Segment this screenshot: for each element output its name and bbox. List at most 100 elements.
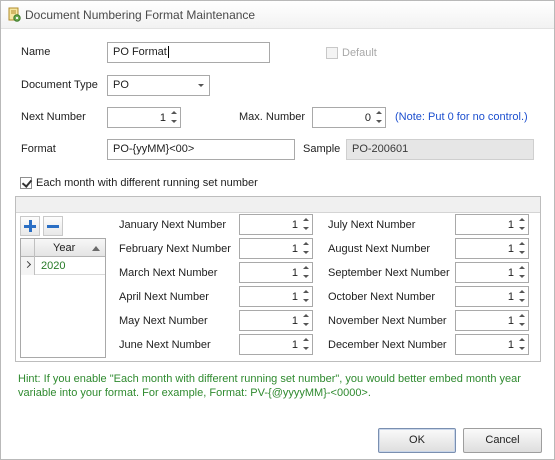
- stepper-up-icon[interactable]: [168, 108, 180, 117]
- stepper-down-icon[interactable]: [300, 248, 312, 257]
- dialog-window: Document Numbering Format Maintenance Na…: [0, 0, 555, 460]
- max-number-note: (Note: Put 0 for no control.): [395, 111, 528, 123]
- next-number-stepper[interactable]: 1: [107, 107, 181, 128]
- format-input[interactable]: PO-{yyMM}<00>: [107, 139, 295, 160]
- sample-value: PO-200601: [352, 143, 409, 155]
- stepper-buttons: [300, 287, 312, 306]
- month-value: 1: [291, 219, 298, 231]
- row-indicator: [21, 257, 35, 275]
- year-cell[interactable]: 2020: [41, 260, 65, 272]
- stepper-down-icon[interactable]: [516, 296, 528, 305]
- ok-button[interactable]: OK: [378, 428, 456, 453]
- month-value: 1: [507, 291, 514, 303]
- name-label: Name: [21, 46, 51, 58]
- next-number-label: Next Number: [21, 111, 86, 123]
- stepper-up-icon[interactable]: [373, 108, 385, 117]
- month-stepper-january[interactable]: 1: [239, 214, 313, 235]
- month-stepper-december[interactable]: 1: [455, 334, 529, 355]
- cancel-button[interactable]: Cancel: [463, 428, 542, 453]
- month-value: 1: [507, 315, 514, 327]
- document-gear-icon: [6, 7, 22, 23]
- max-number-value: 0: [364, 112, 371, 124]
- panel-header-bar: [16, 197, 540, 213]
- month-value: 1: [291, 267, 298, 279]
- month-value: 1: [507, 219, 514, 231]
- stepper-up-icon[interactable]: [516, 215, 528, 224]
- stepper-down-icon[interactable]: [516, 272, 528, 281]
- stepper-down-icon[interactable]: [300, 320, 312, 329]
- next-number-value: 1: [159, 112, 166, 124]
- year-grid: Year 2020: [20, 238, 106, 358]
- stepper-down-icon[interactable]: [516, 320, 528, 329]
- add-year-button[interactable]: [20, 216, 40, 236]
- month-stepper-july[interactable]: 1: [455, 214, 529, 235]
- name-input[interactable]: PO Format: [107, 42, 270, 63]
- month-label-september: September Next Number: [328, 267, 450, 279]
- remove-year-button[interactable]: [43, 216, 63, 236]
- month-stepper-march[interactable]: 1: [239, 262, 313, 283]
- month-stepper-october[interactable]: 1: [455, 286, 529, 307]
- month-stepper-june[interactable]: 1: [239, 334, 313, 355]
- monthly-running-number-label: Each month with different running set nu…: [36, 177, 258, 189]
- max-number-stepper[interactable]: 0: [312, 107, 386, 128]
- default-label: Default: [342, 47, 377, 59]
- month-value: 1: [507, 339, 514, 351]
- month-label-january: January Next Number: [119, 219, 226, 231]
- stepper-up-icon[interactable]: [516, 335, 528, 344]
- month-label-october: October Next Number: [328, 291, 435, 303]
- format-value: PO-{yyMM}<00>: [113, 143, 195, 155]
- month-value: 1: [291, 243, 298, 255]
- stepper-down-icon[interactable]: [300, 344, 312, 353]
- hint-text: Hint: If you enable "Each month with dif…: [18, 373, 521, 399]
- stepper-up-icon[interactable]: [300, 215, 312, 224]
- month-label-november: November Next Number: [328, 315, 447, 327]
- stepper-down-icon[interactable]: [300, 272, 312, 281]
- stepper-up-icon[interactable]: [516, 311, 528, 320]
- month-stepper-april[interactable]: 1: [239, 286, 313, 307]
- stepper-down-icon[interactable]: [516, 344, 528, 353]
- month-value: 1: [291, 315, 298, 327]
- stepper-down-icon[interactable]: [516, 224, 528, 233]
- stepper-up-icon[interactable]: [300, 263, 312, 272]
- year-column-header[interactable]: Year: [53, 242, 75, 254]
- title-bar[interactable]: Document Numbering Format Maintenance: [1, 1, 554, 29]
- stepper-up-icon[interactable]: [300, 335, 312, 344]
- month-label-december: December Next Number: [328, 339, 447, 351]
- monthly-running-number-checkbox[interactable]: [20, 177, 32, 189]
- table-row[interactable]: 2020: [21, 257, 105, 275]
- sort-ascending-icon: [92, 246, 100, 251]
- stepper-buttons: [516, 263, 528, 282]
- stepper-down-icon[interactable]: [300, 296, 312, 305]
- stepper-down-icon[interactable]: [373, 117, 385, 126]
- month-stepper-september[interactable]: 1: [455, 262, 529, 283]
- month-stepper-may[interactable]: 1: [239, 310, 313, 331]
- month-label-may: May Next Number: [119, 315, 208, 327]
- month-stepper-february[interactable]: 1: [239, 238, 313, 259]
- stepper-down-icon[interactable]: [300, 224, 312, 233]
- month-label-july: July Next Number: [328, 219, 416, 231]
- default-checkbox[interactable]: [326, 47, 338, 59]
- stepper-down-icon[interactable]: [168, 117, 180, 126]
- year-grid-header[interactable]: Year: [21, 239, 105, 257]
- month-value: 1: [507, 243, 514, 255]
- sample-field: PO-200601: [346, 139, 534, 160]
- stepper-down-icon[interactable]: [516, 248, 528, 257]
- month-stepper-november[interactable]: 1: [455, 310, 529, 331]
- stepper-buttons: [373, 108, 385, 127]
- row-indicator-header: [21, 239, 35, 257]
- stepper-up-icon[interactable]: [516, 239, 528, 248]
- month-value: 1: [291, 339, 298, 351]
- stepper-up-icon[interactable]: [516, 263, 528, 272]
- stepper-buttons: [168, 108, 180, 127]
- month-label-march: March Next Number: [119, 267, 218, 279]
- stepper-up-icon[interactable]: [300, 239, 312, 248]
- stepper-up-icon[interactable]: [300, 311, 312, 320]
- text-caret: [167, 46, 169, 59]
- month-stepper-august[interactable]: 1: [455, 238, 529, 259]
- month-label-june: June Next Number: [119, 339, 211, 351]
- stepper-up-icon[interactable]: [300, 287, 312, 296]
- document-type-label: Document Type: [21, 79, 98, 91]
- month-value: 1: [507, 267, 514, 279]
- document-type-dropdown[interactable]: PO: [107, 75, 210, 96]
- stepper-up-icon[interactable]: [516, 287, 528, 296]
